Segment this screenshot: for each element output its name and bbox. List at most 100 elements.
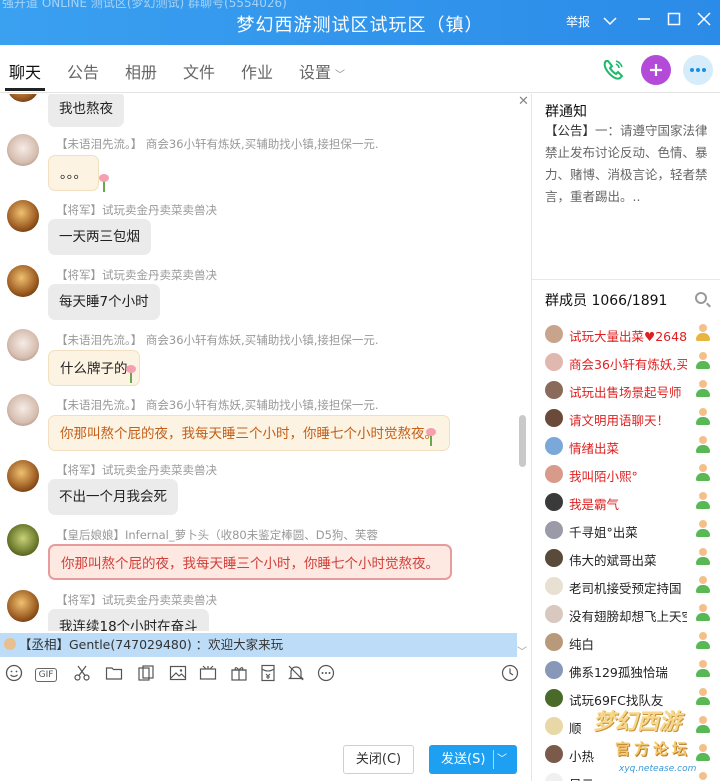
sender-info: 【将军】试玩卖金丹卖菜卖兽决 (56, 593, 217, 607)
member-avatar[interactable] (545, 409, 563, 427)
avatar[interactable] (7, 524, 39, 556)
more-options-icon[interactable] (683, 55, 713, 85)
search-icon[interactable] (695, 292, 707, 304)
add-app-icon[interactable] (641, 55, 671, 85)
avatar[interactable] (7, 134, 39, 166)
message-bubble: 每天睡7个小时 (48, 284, 160, 320)
member-avatar[interactable] (545, 549, 563, 567)
member-row[interactable]: 情绪出菜 (532, 432, 720, 460)
member-role-icon (694, 408, 712, 426)
member-row[interactable]: 试玩大量出菜♥26485 (532, 320, 720, 348)
member-role-icon (694, 576, 712, 594)
member-avatar[interactable] (545, 381, 563, 399)
folder-icon[interactable] (104, 664, 124, 684)
member-role-icon (694, 492, 712, 510)
minimize-icon[interactable] (634, 10, 654, 32)
history-clock-icon[interactable] (500, 664, 520, 684)
member-role-icon (694, 436, 712, 454)
image-icon[interactable] (168, 664, 188, 684)
member-row[interactable]: 我是霸气 (532, 488, 720, 516)
chevron-down-icon[interactable] (600, 10, 620, 32)
more-icon[interactable] (316, 664, 336, 684)
member-avatar[interactable] (545, 493, 563, 511)
message-bubble: 我也熬夜 (48, 94, 124, 127)
member-avatar[interactable] (545, 689, 563, 707)
member-row[interactable]: 千寻姐°出菜 (532, 516, 720, 544)
group-notice-title: 群通知 (545, 104, 587, 120)
sender-info: 【未语泪先流。】 商会36小轩有炼妖,买辅助找小镇,接担保一元. (56, 398, 379, 412)
maximize-icon[interactable] (664, 10, 684, 32)
avatar[interactable] (7, 265, 39, 297)
avatar[interactable] (7, 460, 39, 492)
member-row[interactable]: 伟大的斌哥出菜 (532, 544, 720, 572)
emoji-icon[interactable] (4, 664, 24, 684)
member-row[interactable]: 没有翅膀却想飞上天空 (532, 600, 720, 628)
avatar[interactable] (7, 394, 39, 426)
avatar[interactable] (7, 94, 39, 102)
tab-files[interactable]: 文件 (183, 59, 215, 83)
close-icon[interactable] (694, 10, 714, 32)
gift-icon[interactable] (229, 664, 249, 684)
send-button[interactable]: 发送(S) ﹀ (429, 745, 517, 774)
video-icon[interactable] (198, 664, 218, 684)
report-button[interactable]: 举报 (566, 13, 590, 30)
member-avatar[interactable] (545, 577, 563, 595)
member-avatar[interactable] (545, 465, 563, 483)
member-name: 老司机接受预定持国 (569, 581, 682, 596)
member-name: 试玩大量出菜♥26485 (569, 329, 687, 344)
phone-call-icon[interactable] (598, 55, 628, 85)
tab-settings-label: 设置 (299, 63, 332, 82)
close-icon[interactable]: ✕ (518, 94, 529, 109)
scroll-down-icon[interactable]: ﹀ (517, 643, 527, 658)
member-row[interactable]: 佛系129孤独恰瑞 (532, 656, 720, 684)
title-bar: 强开道 ONLINE 测试区(梦幻测试) 群聊号(5554026) 梦幻西游测试… (0, 0, 720, 45)
scissors-icon[interactable] (72, 664, 92, 684)
watermark-url: xyq.netease.com (619, 764, 697, 774)
chat-message-area[interactable]: 我也熬夜 【未语泪先流。】 商会36小轩有炼妖,买辅助找小镇,接担保一元. 。。… (0, 94, 530, 631)
member-count-title: 群成员 1066/1891 (545, 293, 668, 309)
member-avatar[interactable] (545, 745, 563, 763)
member-row[interactable]: 商会36小轩有炼妖,买 (532, 348, 720, 376)
member-avatar[interactable] (545, 325, 563, 343)
chevron-down-icon[interactable]: ﹀ (497, 745, 507, 774)
member-avatar[interactable] (545, 773, 563, 781)
avatar[interactable] (7, 329, 39, 361)
member-avatar[interactable] (545, 353, 563, 371)
tab-settings[interactable]: 设置 ﹀ (299, 59, 345, 83)
red-packet-icon[interactable] (258, 664, 278, 684)
screenshot-icon[interactable] (136, 664, 156, 684)
member-name: 纯白 (569, 637, 595, 652)
message-input[interactable] (0, 692, 530, 740)
member-avatar[interactable] (545, 717, 563, 735)
member-name: 佛系129孤独恰瑞 (569, 665, 668, 680)
sender-info: 【将军】试玩卖金丹卖菜卖兽决 (56, 268, 217, 282)
member-role-icon (694, 352, 712, 370)
tab-album[interactable]: 相册 (125, 59, 157, 83)
sender-info: 【未语泪先流。】 商会36小轩有炼妖,买辅助找小镇,接担保一元. (56, 137, 379, 151)
sender-info: 【将军】试玩卖金丹卖菜卖兽决 (56, 463, 217, 477)
tab-chat[interactable]: 聊天 (9, 59, 41, 83)
member-row[interactable]: 我叫陌小熙° (532, 460, 720, 488)
member-join-notice[interactable]: 【丞相】Gentle(747029480) ：欢迎大家来玩 (0, 633, 517, 657)
member-row[interactable]: 试玩出售场景起号师 (532, 376, 720, 404)
member-name: 试玩出售场景起号师 (569, 385, 682, 400)
member-avatar[interactable] (545, 605, 563, 623)
group-notice-text[interactable]: 【公告】一：请遵守国家法律禁止发布讨论反动、色情、暴力、赌博、消极言论，轻者禁言… (545, 120, 717, 208)
member-name: 商会36小轩有炼妖,买 (569, 357, 687, 372)
avatar[interactable] (7, 200, 39, 232)
avatar[interactable] (7, 590, 39, 622)
bell-mute-icon[interactable] (286, 664, 306, 684)
member-avatar[interactable] (545, 633, 563, 651)
member-row[interactable]: 老司机接受预定持国 (532, 572, 720, 600)
member-avatar[interactable] (545, 661, 563, 679)
close-button[interactable]: 关闭(C) (343, 745, 414, 774)
tab-homework[interactable]: 作业 (241, 59, 273, 83)
member-row[interactable]: 请文明用语聊天！ (532, 404, 720, 432)
gif-icon[interactable]: GIF (35, 668, 57, 682)
member-avatar[interactable] (545, 437, 563, 455)
member-avatar[interactable] (545, 521, 563, 539)
active-tab-indicator (5, 88, 45, 91)
chat-scrollbar[interactable] (519, 415, 526, 467)
member-row[interactable]: 纯白 (532, 628, 720, 656)
tab-announcements[interactable]: 公告 (67, 59, 99, 83)
